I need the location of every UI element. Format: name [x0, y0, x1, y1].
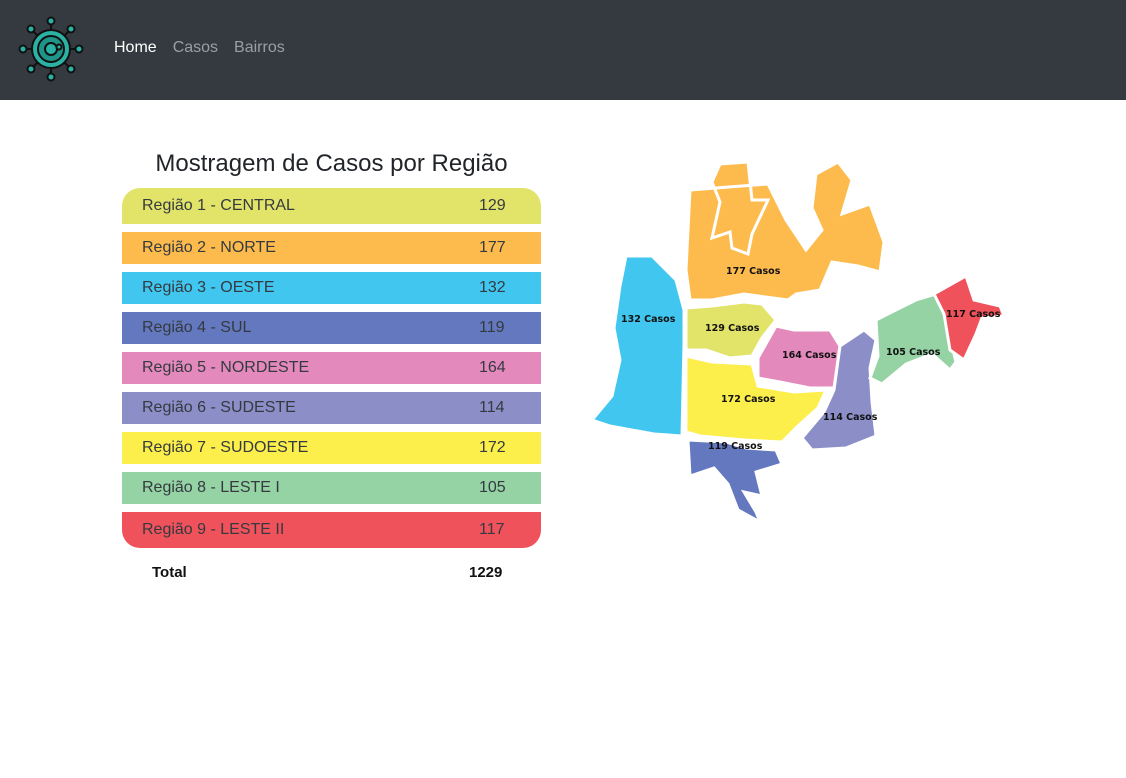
- total-label: Total: [152, 564, 187, 581]
- map-region-oeste[interactable]: [589, 254, 686, 438]
- virus-icon[interactable]: [18, 16, 84, 82]
- region-label: Região 1 - CENTRAL: [142, 197, 295, 214]
- region-value: 129: [479, 197, 506, 214]
- region-row-6: Região 6 - SUDESTE 114: [122, 392, 541, 424]
- region-row-7: Região 7 - SUDOESTE 172: [122, 432, 541, 464]
- map-label-norte: 177 Casos: [726, 266, 781, 277]
- region-value: 164: [479, 359, 506, 376]
- total-row: Total 1229: [122, 564, 541, 584]
- region-label: Região 6 - SUDESTE: [142, 399, 296, 416]
- region-row-2: Região 2 - NORTE 177: [122, 232, 541, 264]
- map-label-leste1: 105 Casos: [886, 347, 941, 358]
- map-label-sul: 119 Casos: [708, 441, 763, 452]
- region-label: Região 5 - NORDESTE: [142, 359, 310, 376]
- region-list: Região 1 - CENTRAL 129 Região 2 - NORTE 17…: [122, 188, 541, 556]
- region-value: 114: [479, 399, 505, 416]
- region-label: Região 9 - LESTE II: [142, 521, 285, 538]
- region-map: 177 Casos 132 Casos 129 Casos 164 Casos …: [589, 160, 1007, 520]
- region-value: 172: [479, 439, 506, 456]
- region-row-3: Região 3 - OESTE 132: [122, 272, 541, 304]
- region-row-1: Região 1 - CENTRAL 129: [122, 188, 541, 224]
- total-value: 1229: [469, 564, 503, 581]
- region-label: Região 2 - NORTE: [142, 239, 276, 256]
- region-label: Região 3 - OESTE: [142, 279, 275, 296]
- page-title: Mostragem de Casos por Região: [155, 150, 508, 177]
- nav-link-casos[interactable]: Casos: [173, 39, 218, 57]
- map-region-norte[interactable]: [684, 160, 886, 302]
- region-row-8: Região 8 - LESTE I 105: [122, 472, 541, 504]
- map-label-central: 129 Casos: [705, 323, 760, 334]
- navbar: Home Casos Bairros: [0, 0, 1126, 100]
- region-label: Região 7 - SUDOESTE: [142, 439, 309, 456]
- map-label-sudeste: 114 Casos: [823, 412, 878, 423]
- region-label: Região 4 - SUL: [142, 319, 252, 336]
- region-label: Região 8 - LESTE I: [142, 479, 280, 496]
- map-label-sudoeste: 172 Casos: [721, 394, 776, 405]
- map-label-nordeste: 164 Casos: [782, 350, 837, 361]
- region-row-4: Região 4 - SUL 119: [122, 312, 541, 344]
- region-value: 177: [479, 239, 506, 256]
- map-region-sul[interactable]: [686, 438, 785, 520]
- map-label-leste2: 117 Casos: [946, 309, 1001, 320]
- map-label-oeste: 132 Casos: [621, 314, 676, 325]
- region-row-5: Região 5 - NORDESTE 164: [122, 352, 541, 384]
- region-value: 117: [479, 521, 505, 538]
- region-value: 119: [479, 319, 505, 336]
- region-row-9: Região 9 - LESTE II 117: [122, 512, 541, 548]
- nav-links: Home Casos Bairros: [114, 39, 285, 57]
- region-value: 105: [479, 479, 506, 496]
- nav-link-home[interactable]: Home: [114, 39, 157, 57]
- nav-link-bairros[interactable]: Bairros: [234, 39, 285, 57]
- region-value: 132: [479, 279, 506, 296]
